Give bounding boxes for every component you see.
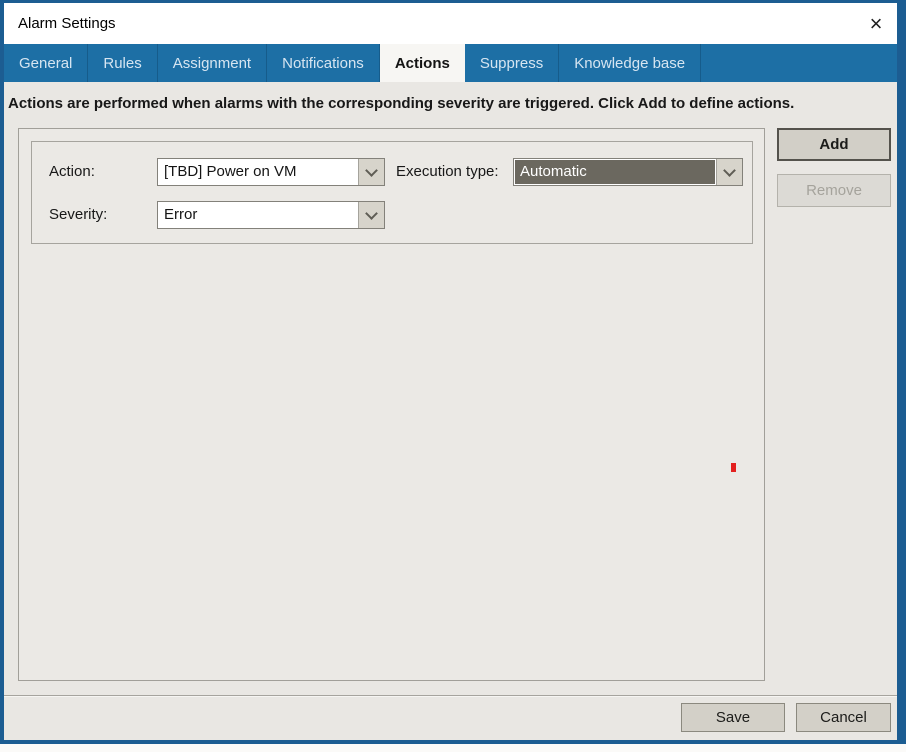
tab-label: Assignment bbox=[173, 55, 251, 72]
tab-actions[interactable]: Actions bbox=[380, 44, 465, 82]
close-button[interactable]: × bbox=[863, 11, 889, 37]
title-bar: Alarm Settings × bbox=[4, 3, 897, 44]
tab-content-actions: Actions are performed when alarms with t… bbox=[4, 82, 897, 740]
action-dropdown-button[interactable] bbox=[358, 159, 384, 185]
save-button[interactable]: Save bbox=[681, 703, 785, 732]
close-icon: × bbox=[870, 13, 883, 35]
tab-notifications[interactable]: Notifications bbox=[267, 44, 380, 82]
severity-label: Severity: bbox=[49, 201, 107, 229]
cancel-button[interactable]: Cancel bbox=[796, 703, 891, 732]
tab-general[interactable]: General bbox=[4, 44, 88, 82]
add-button[interactable]: Add bbox=[777, 128, 891, 161]
actions-description: Actions are performed when alarms with t… bbox=[8, 95, 794, 112]
tab-suppress[interactable]: Suppress bbox=[465, 44, 559, 82]
chevron-down-icon bbox=[365, 164, 378, 177]
tab-knowledge-base[interactable]: Knowledge base bbox=[559, 44, 701, 82]
action-dropdown[interactable]: [TBD] Power on VM bbox=[157, 158, 385, 186]
execution-type-dropdown[interactable]: Automatic bbox=[513, 158, 743, 186]
severity-dropdown[interactable]: Error bbox=[157, 201, 385, 229]
red-pixel-artifact bbox=[731, 463, 736, 472]
action-item-row: Action: [TBD] Power on VM Execution type… bbox=[31, 141, 753, 244]
tab-label: General bbox=[19, 55, 72, 72]
actions-list-panel: Action: [TBD] Power on VM Execution type… bbox=[18, 128, 765, 681]
execution-type-dropdown-button[interactable] bbox=[716, 159, 742, 185]
severity-dropdown-button[interactable] bbox=[358, 202, 384, 228]
tab-label: Knowledge base bbox=[574, 55, 685, 72]
severity-dropdown-value: Error bbox=[158, 202, 358, 228]
tab-label: Actions bbox=[395, 55, 450, 72]
chevron-down-icon bbox=[365, 207, 378, 220]
tab-assignment[interactable]: Assignment bbox=[158, 44, 267, 82]
remove-button[interactable]: Remove bbox=[777, 174, 891, 207]
footer-divider bbox=[4, 695, 897, 697]
chevron-down-icon bbox=[723, 164, 736, 177]
alarm-settings-dialog: Alarm Settings × General Rules Assignmen… bbox=[0, 0, 906, 744]
tab-label: Rules bbox=[103, 55, 141, 72]
tab-label: Notifications bbox=[282, 55, 364, 72]
action-label: Action: bbox=[49, 158, 95, 186]
tab-rules[interactable]: Rules bbox=[88, 44, 157, 82]
tab-bar: General Rules Assignment Notifications A… bbox=[4, 44, 897, 82]
execution-type-dropdown-value: Automatic bbox=[515, 160, 715, 184]
action-dropdown-value: [TBD] Power on VM bbox=[158, 159, 358, 185]
tab-label: Suppress bbox=[480, 55, 543, 72]
execution-type-label: Execution type: bbox=[396, 158, 499, 186]
dialog-title: Alarm Settings bbox=[18, 15, 116, 32]
screen: Alarm Settings × General Rules Assignmen… bbox=[0, 0, 906, 752]
